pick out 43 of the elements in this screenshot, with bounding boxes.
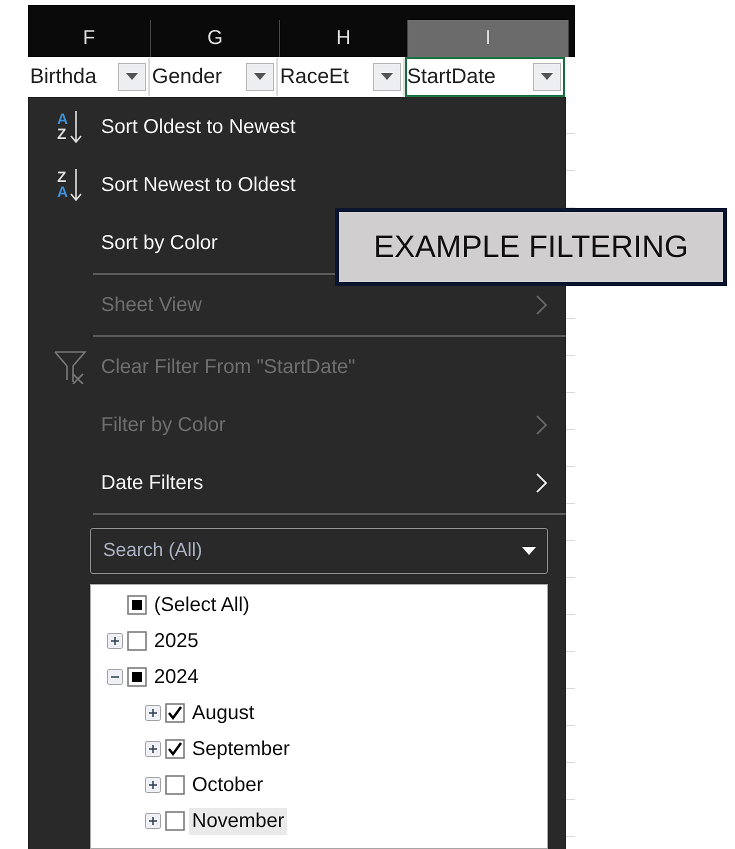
dropdown-arrow-icon: [541, 73, 553, 81]
checkbox[interactable]: [165, 775, 185, 795]
filter-dropdown-button[interactable]: [373, 63, 401, 91]
column-header[interactable]: I: [408, 20, 569, 57]
search-field[interactable]: Search (All): [90, 528, 548, 574]
dropdown-arrow-icon: [381, 73, 393, 81]
header-text: StartDate: [407, 65, 496, 89]
tree-item[interactable]: August: [189, 700, 258, 726]
checkbox[interactable]: [127, 631, 147, 651]
chevron-icon: [536, 473, 548, 493]
filter-dropdown-button[interactable]: [533, 63, 561, 91]
expand-toggle-icon[interactable]: [145, 813, 161, 829]
clear-filter-icon: [52, 350, 86, 384]
expand-toggle-icon[interactable]: [145, 777, 161, 793]
menu-item[interactable]: Date Filters: [28, 454, 566, 512]
expand-toggle-icon[interactable]: [107, 669, 123, 685]
dropdown-arrow-icon: [254, 73, 266, 81]
header-text: Birthda: [30, 65, 97, 89]
tree-item[interactable]: September: [189, 736, 293, 762]
menu-item[interactable]: A Z Sort Oldest to Newest: [28, 98, 566, 156]
expand-toggle-icon[interactable]: [145, 741, 161, 757]
header-text: Gender: [152, 65, 222, 89]
checkbox[interactable]: [165, 703, 185, 723]
tree-item[interactable]: October: [189, 772, 266, 798]
checkbox[interactable]: [127, 667, 147, 687]
checkbox[interactable]: [165, 739, 185, 759]
expand-toggle-icon[interactable]: [145, 705, 161, 721]
tree-item[interactable]: 2025: [151, 628, 202, 654]
dropdown-arrow-icon[interactable]: [522, 547, 536, 556]
checkbox[interactable]: [165, 811, 185, 831]
tree-item[interactable]: (Select All): [151, 592, 253, 618]
tree-item[interactable]: November: [189, 808, 288, 834]
chevron-icon: [536, 415, 548, 435]
header-cell[interactable]: StartDate: [405, 57, 565, 97]
expand-toggle-icon[interactable]: [107, 633, 123, 649]
tree-item[interactable]: 2024: [151, 664, 202, 690]
filter-dropdown-button[interactable]: [246, 63, 274, 91]
filter-dropdown-button[interactable]: [118, 63, 146, 91]
dropdown-arrow-icon: [126, 73, 138, 81]
filtering-tooltip: EXAMPLE FILTERING: [335, 208, 727, 286]
chevron-icon: [536, 295, 548, 315]
header-text: RaceEt: [280, 65, 349, 89]
checkbox[interactable]: [127, 595, 147, 615]
